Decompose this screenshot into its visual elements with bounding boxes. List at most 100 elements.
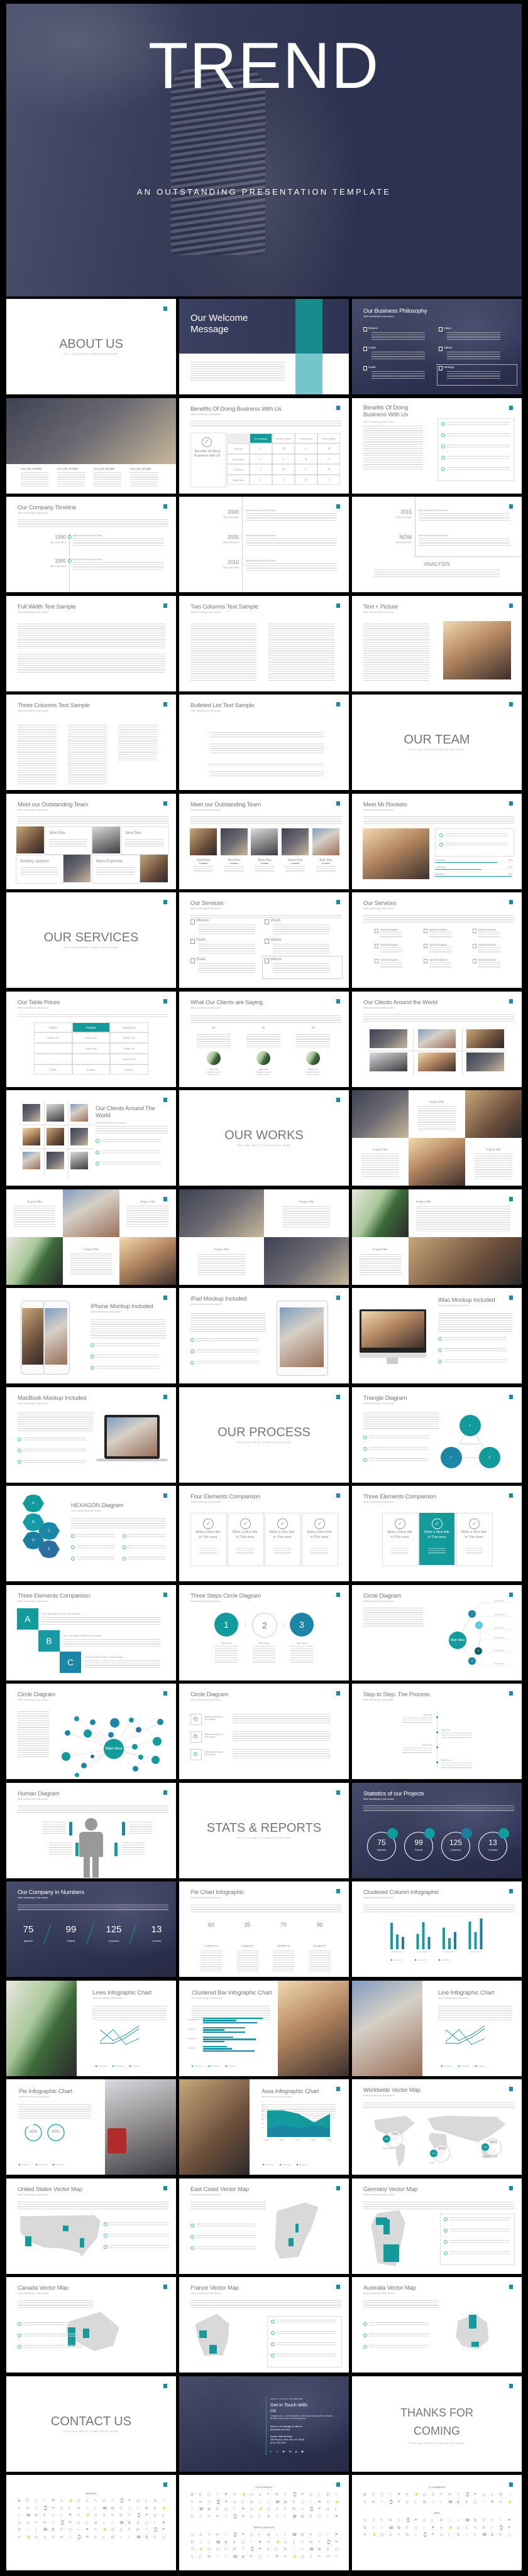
slide-map[interactable]: France Vector Map Write something in this… <box>179 2277 349 2373</box>
pinterest-icon[interactable]: p <box>295 2450 297 2453</box>
icon-231a: ⌚ <box>250 2548 255 2552</box>
slide-welcome[interactable]: Our Welcome Message <box>179 299 349 394</box>
slide-map[interactable]: Canada Vector Map Write something in this… <box>6 2277 176 2373</box>
slide-triangle[interactable]: Triangle Diagram Write something in this … <box>352 1387 522 1483</box>
slide-stats-dark[interactable]: Statistics of our Projects Write somethin… <box>352 1782 522 1878</box>
card-title: Write a Nice title in This area <box>424 1530 449 1539</box>
slide-map[interactable]: Australia Vector Map Write something in t… <box>352 2277 522 2373</box>
slide-pie-numbers[interactable]: Pie Chart Infographic Write something in … <box>179 1881 349 1977</box>
slide-text-two[interactable]: Two Columns Text Sample Write something i… <box>179 595 349 691</box>
slide-philosophy[interactable]: Our Business Philosophy Write something i… <box>352 299 522 394</box>
slide-steps[interactable]: Step to Step: The Process Write something… <box>352 1684 522 1779</box>
legend-label: Content A <box>265 2163 274 2166</box>
slide-area-chart[interactable]: Area Infographic Chart Write something in… <box>179 2079 349 2175</box>
skill-name: Photoshop <box>435 858 446 862</box>
slide-text-three[interactable]: Three Columns Text Sample Write something… <box>6 695 176 790</box>
slide-text-full[interactable]: Full Width Text Sample Write something in… <box>6 595 176 691</box>
slide-contact[interactable]: WRITE A TITLE IN THIS SECTION Get in Touc… <box>179 2376 349 2472</box>
slide-icons[interactable]: GENERAL ✿ ⚲ ▢ ⌂ ⚑ ✕ ⚡ ◷ ♙ ✎ ✉ ♫ ⌚ ☂ ◎ ▯ ⚙ ☆ ✎ ✉ ♫ ⌚ ☂ ◎ ▯ ⚙ ☆ ✓ ☎ ✿ ⚲ ▢ ⌂… <box>6 2475 176 2570</box>
slide-lines-chart[interactable]: Lines Infographic Chart Write something i… <box>6 1980 176 2076</box>
slide-numbers-dark[interactable]: Our Company in Numbers Write something in… <box>6 1881 176 1977</box>
slide-bar-chart[interactable]: Clustered Bar Infographic Chart Write som… <box>179 1980 349 2076</box>
slide-icons[interactable]: ELECTRONICS ✿ ⚲ ▢ ⌂ ⚑ ✕ ⚡ ◷ ♙ ✎ ✉ ♫ ⌚ ☂ ◎ ▯ ⚙ ☆ ✎ ✉ ♫ ⌚ ☂ ◎ ▯ ⚙ ☆ ✓ ☎… <box>179 2475 349 2570</box>
circle-node <box>132 1765 138 1772</box>
slide-section[interactable]: CONTACT US YOU CAN WRITE SOMETHING HERE <box>6 2376 176 2472</box>
icon-26a1: ⚡ <box>414 2493 419 2497</box>
slide-three-steps[interactable]: Three Steps Circle Diagram Write somethin… <box>179 1584 349 1680</box>
slide-three-compare[interactable]: Three Elements Comparison Write something… <box>352 1486 522 1581</box>
connector-line <box>478 1629 512 1651</box>
slide-testimonials[interactable]: What Our Clients are Saying Write somethi… <box>179 991 349 1087</box>
youtube-icon[interactable]: ▶ <box>302 2450 304 2453</box>
check-circle-icon <box>444 2239 448 2244</box>
slide-iphone[interactable]: iPhone Mockup Included Write something in… <box>6 1288 176 1383</box>
slide-values[interactable]: VALUE NAME VALUE NAME VALUE NAME VALUE NAME <box>6 398 176 494</box>
slide-section[interactable]: STATS & REPORTS YOU CAN WRITE SOMETHING H… <box>179 1782 349 1878</box>
slide-section[interactable]: ABOUT US YOU CAN WRITE SOMETHING HERE <box>6 299 176 394</box>
title-slide[interactable]: TREND AN OUTSTANDING PRESENTATION TEMPLA… <box>6 4 522 296</box>
slide-cluster-col[interactable]: Clustered Column Infographic Write someth… <box>352 1881 522 1977</box>
mark-check-icon: ✓ <box>250 464 272 475</box>
icon-2302: ⌂ <box>153 2520 156 2525</box>
slide-bullets[interactable]: Bulleted List Text Sample Write something… <box>179 695 349 790</box>
slide-timeline-c[interactable]: 2015 Title of the Event Write here the tit… <box>352 497 522 592</box>
slide-works-a[interactable]: Project Title Project Title Project Title <box>352 1090 522 1186</box>
icon-266b: ♫ <box>317 2540 321 2544</box>
slide-section[interactable]: THANKS FOR COMING YOU CAN WRITE SOMETHING… <box>352 2376 522 2472</box>
slide-section[interactable]: OUR WORKS YOU CAN WRITE SOMETHING HERE <box>179 1090 349 1186</box>
check-circle-icon <box>438 1337 442 1341</box>
slide-works-b[interactable]: Project Title Project Title Project Title <box>6 1189 176 1285</box>
plan-header[interactable]: Enterprise <box>110 1022 148 1033</box>
slide-section[interactable]: OUR PROCESS YOU CAN WRITE SOMETHING HERE <box>179 1387 349 1483</box>
slide-icons[interactable]: E-COMMERCE ✿ ⚲ ▢ ⌂ ⚑ ✕ ⚡ ◷ ♙ ✎ ✉ ♫ ⌚ ☂ ◎ ▯ ⚙ ☆ ✎ ✉ ♫ ⌚ ☂ ◎ ▯ ⚙ ☆ ✓ ☎ ✿… <box>352 2475 522 2570</box>
instagram-icon[interactable]: ◙ <box>283 2450 284 2453</box>
slide-team-b[interactable]: Meet our Outstanding Team Write something… <box>179 793 349 889</box>
body-text-lines <box>18 816 168 824</box>
slide-ipad[interactable]: iPad Mockup Included Write something in t… <box>179 1288 349 1383</box>
slide-works-d[interactable]: Project Title Project Title <box>352 1189 522 1285</box>
slide-text-pic[interactable]: Text + Picture Write something in this se… <box>352 595 522 691</box>
slide-section[interactable]: OUR SERVICES YOU CAN WRITE SOMETHING HERE <box>6 892 176 988</box>
slide-services-a[interactable]: Our Services Write something in this sect… <box>179 892 349 988</box>
slide-human[interactable]: Human Diagram Write something in this sec… <box>6 1782 176 1878</box>
slide-circle-c[interactable]: Circle Diagram Write something in this se… <box>179 1684 349 1779</box>
slide-four-compare[interactable]: Four Elements Comparison Write something … <box>179 1486 349 1581</box>
slide-pie-chart[interactable]: Pie Infographic Chart Write something in … <box>6 2079 176 2175</box>
icon-270e: ✎ <box>35 2521 38 2525</box>
slide-clients-grid[interactable]: Our Clients Around The World Write someth… <box>6 1090 176 1186</box>
slide-imac[interactable]: iMac Mockup Included Write something in t… <box>352 1288 522 1383</box>
icon-2699: ⚙ <box>456 2533 460 2537</box>
slide-prices[interactable]: Our Table Prices Write something in this … <box>6 991 176 1087</box>
slide-benefits-list[interactable]: Benefits Of Doing Business With Us Write … <box>352 398 522 494</box>
slide-timeline-a[interactable]: Our Company Timeline Write something in t… <box>6 497 176 592</box>
linkedin-icon[interactable]: in <box>289 2450 292 2453</box>
icon-26b2: ⚲ <box>371 2493 375 2497</box>
slide-clients-world[interactable]: Our Clients Around the World Write someth… <box>352 991 522 1087</box>
slide-timeline-b[interactable]: 2000 Title of the Event Write here the tit… <box>179 497 349 592</box>
body-text-lines <box>447 421 510 426</box>
slide-rocketo[interactable]: Meet Mr Rocketo Write something in this s… <box>352 793 522 889</box>
slide-hexagon[interactable]: A B C D E HEXAGON Diagram Write something in t… <box>6 1486 176 1581</box>
slide-map[interactable]: East Coast Vector Map Write something in … <box>179 2178 349 2274</box>
slide-map[interactable]: United States Vector Map Write something … <box>6 2178 176 2274</box>
person-leg <box>84 1855 90 1878</box>
slide-macbook[interactable]: MacBook Mockup Included Write something i… <box>6 1387 176 1483</box>
member-name: Kimbery Jackson <box>20 859 49 863</box>
slide-lines-chart[interactable]: Line Infographic Chart Write something in… <box>352 1980 522 2076</box>
plan-header[interactable]: Popular <box>72 1022 110 1033</box>
slide-world-map[interactable]: Worldwide Vector Map Write something in t… <box>352 2079 522 2175</box>
slide-circle-b[interactable]: Circle Diagram Write something in this se… <box>6 1684 176 1779</box>
slide-team-a[interactable]: Meet our Outstanding Team Write something… <box>6 793 176 889</box>
slide-works-c[interactable]: Project Title Project Title <box>179 1189 349 1285</box>
slide-map[interactable]: Germany Vector Map Write something in thi… <box>352 2178 522 2274</box>
slide-benefits-table[interactable]: Benefits Of Doing Business With Us Write … <box>179 398 349 494</box>
slide-services-b[interactable]: Our Services Write something in this sect… <box>352 892 522 988</box>
slide-subtitle: Write something in this section <box>190 413 221 416</box>
icon-273f: ✿ <box>490 2533 494 2537</box>
facebook-icon[interactable]: f <box>270 2450 271 2453</box>
slide-circle-a[interactable]: Circle Diagram Write something in this se… <box>352 1584 522 1680</box>
plan-header[interactable]: Starter <box>34 1022 72 1033</box>
slide-abc[interactable]: Three Elements Comparison Write something… <box>6 1584 176 1680</box>
icon-26b2: ⚲ <box>292 2500 295 2504</box>
slide-section[interactable]: OUR TEAM YOU CAN WRITE SOMETHING HERE <box>352 695 522 790</box>
